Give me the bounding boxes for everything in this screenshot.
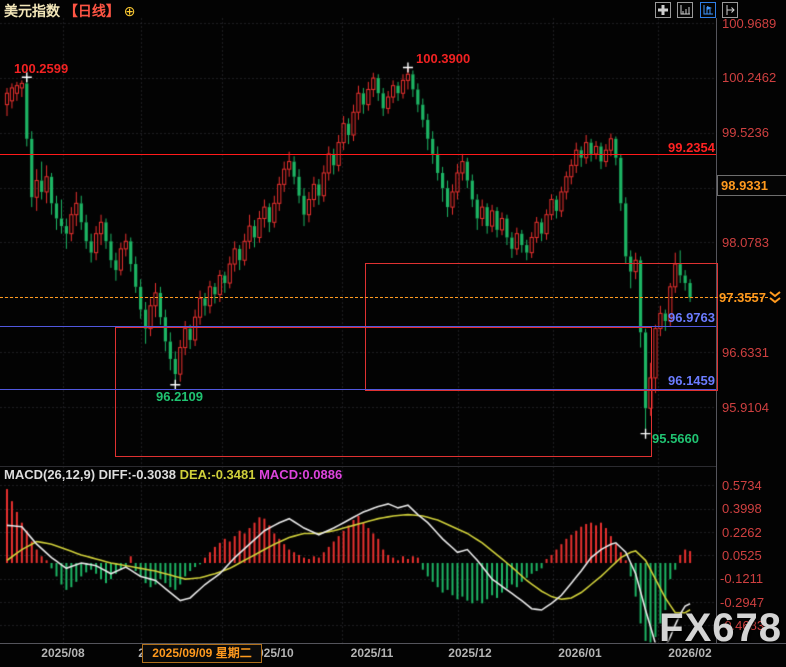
indicator-name[interactable]: MACD(26,12,9)	[4, 467, 95, 482]
axes-active-icon[interactable]	[700, 2, 716, 18]
indicator-header: MACD(26,12,9) DIFF:-0.3038 DEA:-0.3481 M…	[4, 467, 342, 482]
price-axis-label: 99.5236	[722, 125, 769, 140]
axes-shift-icon[interactable]	[722, 2, 738, 18]
add-indicator-icon[interactable]: ⊕	[124, 3, 136, 19]
macd-axis-label: 0.5734	[722, 478, 762, 493]
time-axis-label: 2025/08	[41, 646, 84, 660]
support-label-2: 96.1459	[668, 373, 715, 388]
chart-app: 美元指数 【日线】 ⊕ 100.2599 100.3900 96.2109 95…	[0, 0, 786, 667]
macd-axis-label: 0.0525	[722, 548, 762, 563]
macd-axis-label: 0.2262	[722, 525, 762, 540]
chart-toolbar	[653, 2, 738, 20]
resistance-label: 99.2354	[668, 140, 715, 155]
high-label-left: 100.2599	[14, 61, 68, 76]
price-axis-label: 96.6331	[722, 345, 769, 360]
price-axis-label: 100.2462	[722, 70, 776, 85]
time-axis-label: 2025/11	[351, 646, 394, 660]
support-line-2[interactable]	[0, 389, 716, 390]
analysis-box-upper[interactable]	[365, 263, 718, 391]
price-axis-label: 98.0783	[722, 235, 769, 250]
macd-axis-label: 0.3998	[722, 501, 762, 516]
highlight-date-box: 2025/09/09 星期二	[142, 644, 262, 663]
high-label-mid: 100.3900	[416, 51, 470, 66]
double-arrow-down-icon[interactable]	[768, 291, 782, 309]
dea-value: DEA:-0.3481	[180, 467, 256, 482]
current-price-line	[0, 297, 768, 298]
low-label-right: 95.5660	[652, 431, 699, 446]
support-line-1[interactable]	[0, 326, 716, 327]
current-price-tag: 97.3557	[719, 290, 766, 305]
macd-value: MACD:0.0886	[259, 467, 342, 482]
period-selector[interactable]: 【日线】	[64, 3, 120, 19]
axes-icon[interactable]	[677, 2, 693, 18]
support-label-1: 96.9763	[668, 310, 715, 325]
title-bar: 美元指数 【日线】 ⊕	[4, 1, 136, 21]
time-axis-label: 2026/01	[558, 646, 601, 660]
macd-axis-label: -0.1211	[720, 571, 763, 586]
time-axis-label: 2025/12	[448, 646, 491, 660]
quote-marker-box: 98.9331	[717, 175, 786, 196]
resistance-line[interactable]	[0, 154, 716, 155]
diff-value: DIFF:-0.3038	[99, 467, 176, 482]
price-axis-label: 95.9104	[722, 400, 769, 415]
low-label-mid: 96.2109	[156, 389, 203, 404]
pan-icon[interactable]	[655, 2, 671, 18]
watermark: FX678	[659, 606, 782, 651]
symbol-name: 美元指数	[4, 3, 60, 19]
